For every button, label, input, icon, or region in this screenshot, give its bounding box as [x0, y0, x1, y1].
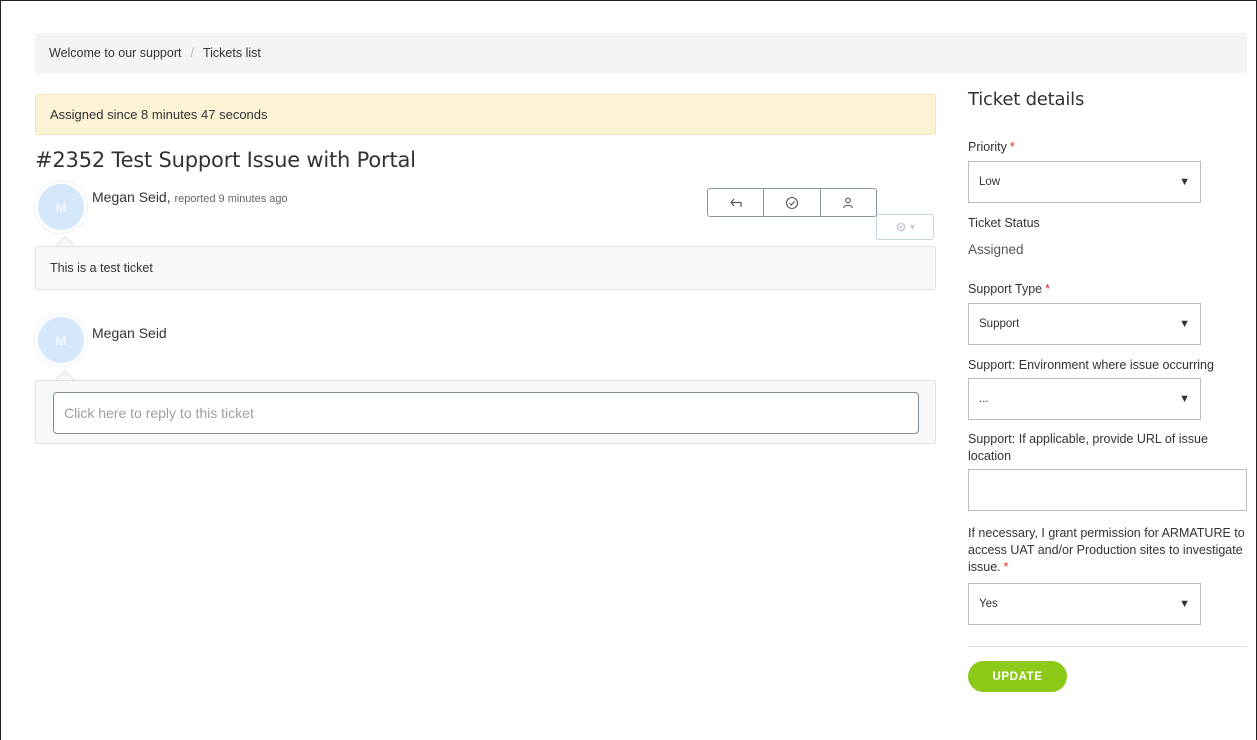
reply-icon	[729, 198, 742, 207]
permission-select[interactable]: Yes ▼	[968, 583, 1201, 625]
sidebar-divider	[968, 646, 1247, 647]
caret-down-icon: ▼	[1179, 598, 1190, 610]
support-type-label: Support Type *	[968, 281, 1050, 298]
required-marker: *	[1009, 140, 1015, 154]
ticket-title: #2352 Test Support Issue with Portal	[35, 148, 416, 172]
breadcrumb-home-link[interactable]: Welcome to our support	[49, 46, 181, 60]
support-type-value: Support	[979, 318, 1020, 330]
reply-author-name: Megan Seid	[92, 325, 167, 341]
permission-value: Yes	[979, 598, 998, 610]
sidebar-title: Ticket details	[968, 89, 1085, 110]
permission-label: If necessary, I grant permission for ARM…	[968, 525, 1247, 576]
ticket-status-label: Ticket Status	[968, 216, 1040, 230]
chevron-down-icon: ▾	[909, 221, 916, 233]
user-icon	[843, 197, 854, 208]
avatar-initial: M	[55, 199, 67, 215]
resolve-button[interactable]	[764, 189, 821, 216]
check-circle-icon	[785, 196, 799, 209]
environment-label: Support: Environment where issue occurri…	[968, 358, 1214, 372]
assign-button[interactable]	[821, 189, 876, 216]
reported-time: reported 9 minutes ago	[174, 193, 288, 205]
ticket-author: Megan Seid, reported 9 minutes ago	[92, 189, 288, 205]
permission-label-text: If necessary, I grant permission for ARM…	[968, 526, 1245, 574]
priority-label: Priority *	[968, 139, 1015, 156]
reply-box: Click here to reply to this ticket	[35, 380, 936, 444]
reply-input[interactable]: Click here to reply to this ticket	[53, 392, 919, 434]
breadcrumb-separator: /	[190, 46, 194, 60]
ticket-status-value: Assigned	[968, 242, 1024, 257]
environment-select[interactable]: ... ▼	[968, 378, 1201, 420]
update-button[interactable]: UPDATE	[968, 661, 1067, 692]
priority-label-text: Priority	[968, 140, 1007, 154]
issue-url-input[interactable]	[968, 469, 1247, 511]
support-type-label-text: Support Type	[968, 282, 1043, 296]
caret-down-icon: ▼	[1179, 176, 1190, 188]
required-marker: *	[1003, 560, 1009, 574]
reply-avatar-initial: M	[55, 332, 67, 348]
author-comma: ,	[166, 189, 171, 205]
ticket-settings-dropdown[interactable]: ▾	[876, 214, 934, 240]
assigned-banner: Assigned since 8 minutes 47 seconds	[35, 94, 936, 135]
caret-down-icon: ▼	[1179, 318, 1190, 330]
avatar: M	[35, 181, 87, 233]
ticket-message: This is a test ticket	[35, 246, 936, 290]
caret-down-icon: ▼	[1179, 393, 1190, 405]
support-type-select[interactable]: Support ▼	[968, 303, 1201, 345]
breadcrumb: Welcome to our support / Tickets list	[35, 33, 1247, 73]
breadcrumb-current[interactable]: Tickets list	[203, 46, 261, 60]
ticket-message-text: This is a test ticket	[50, 261, 153, 275]
issue-url-label: Support: If applicable, provide URL of i…	[968, 432, 1208, 463]
reply-avatar: M	[35, 314, 87, 366]
environment-value: ...	[979, 393, 989, 405]
ticket-action-group	[707, 188, 877, 217]
priority-value: Low	[979, 176, 1001, 188]
priority-select[interactable]: Low ▼	[968, 161, 1201, 203]
reply-button[interactable]	[708, 189, 765, 216]
author-name: Megan Seid	[92, 189, 167, 205]
required-marker: *	[1045, 282, 1051, 296]
gear-icon	[896, 222, 906, 232]
